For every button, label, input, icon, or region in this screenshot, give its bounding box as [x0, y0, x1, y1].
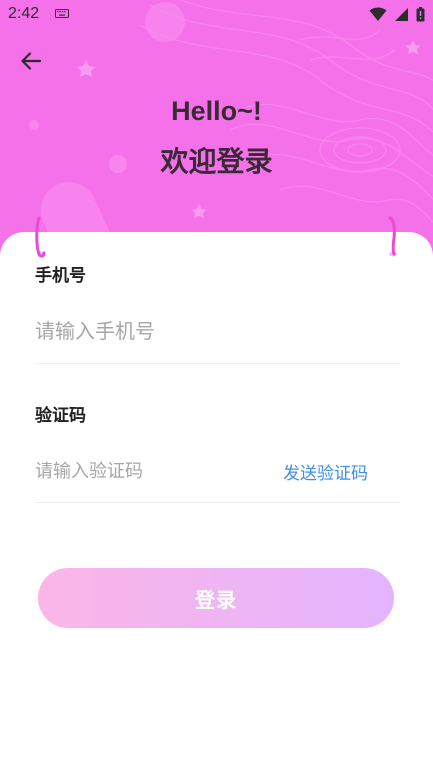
keyboard-icon [55, 9, 69, 18]
login-card [0, 232, 433, 769]
send-code-button[interactable]: 发送验证码 [283, 459, 368, 484]
arrow-left-icon [21, 52, 42, 70]
greeting-title: Hello~! [171, 96, 262, 126]
phone-label: 手机号 [35, 266, 86, 286]
back-button[interactable] [16, 46, 46, 76]
code-label: 验证码 [35, 406, 86, 426]
phone-divider [35, 363, 400, 364]
status-time: 2:42 [8, 5, 40, 22]
status-icons [367, 7, 425, 23]
binder-clip-left [35, 216, 46, 258]
signal-icon [394, 8, 408, 21]
welcome-title: 欢迎登录 [160, 145, 273, 178]
code-divider [35, 502, 400, 503]
code-input[interactable] [35, 457, 255, 485]
binder-clip-right [388, 216, 397, 257]
wifi-icon [369, 7, 387, 21]
background-pattern [29, 0, 433, 270]
header-background [0, 0, 433, 270]
phone-input[interactable] [35, 316, 395, 346]
status-bar: 2:42 [0, 0, 433, 30]
login-button[interactable]: 登录 [38, 568, 394, 628]
battery-icon [416, 7, 425, 22]
